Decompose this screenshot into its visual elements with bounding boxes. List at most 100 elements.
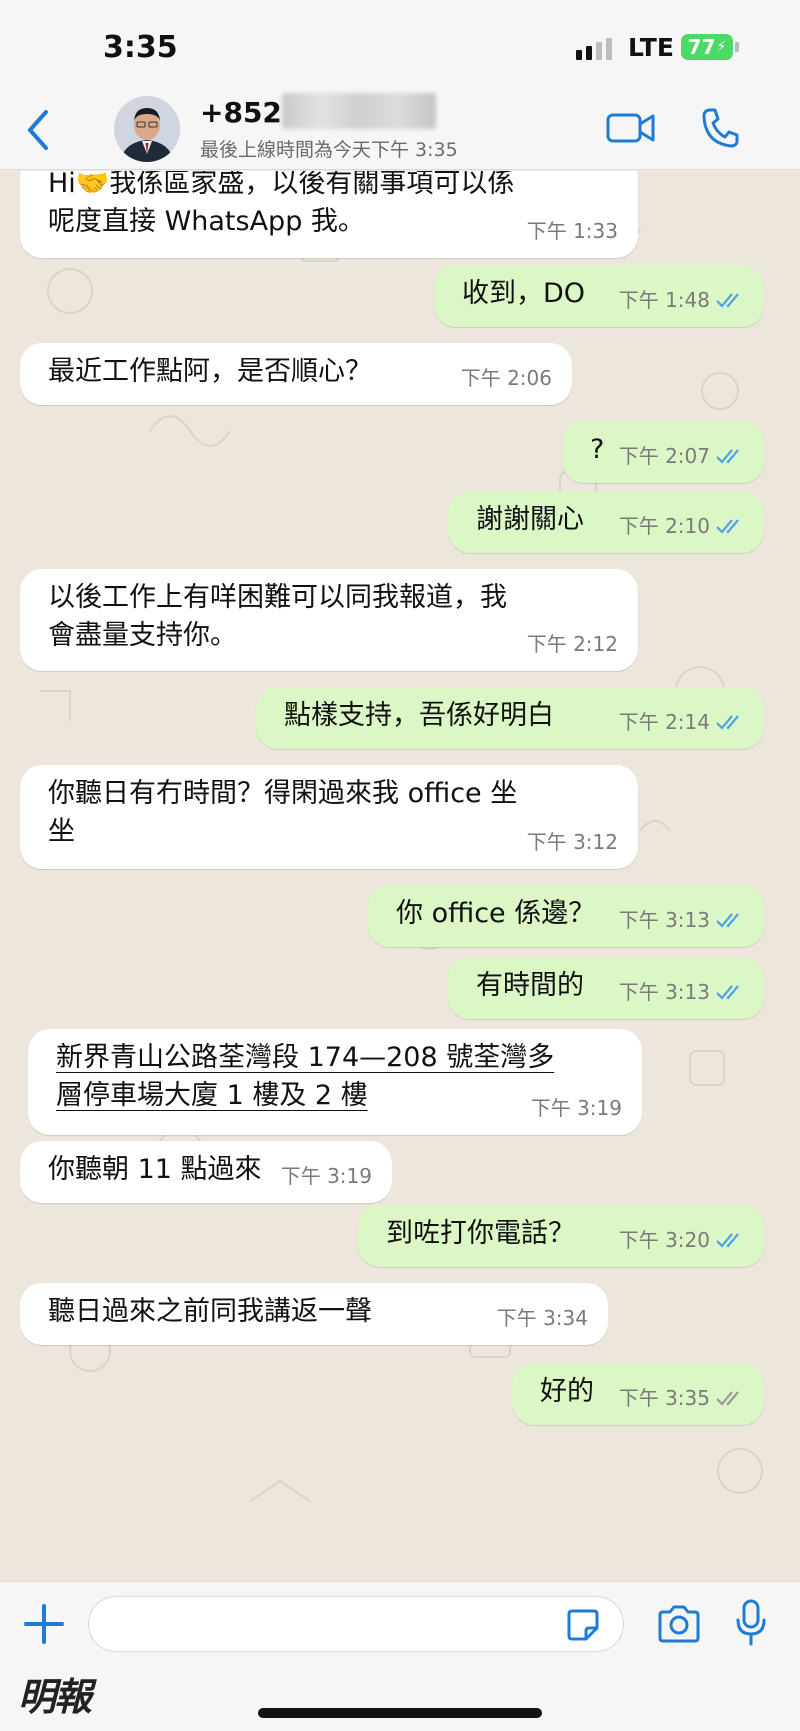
message-meta: 下午 3:13: [619, 973, 744, 1011]
message-incoming[interactable]: Hi🤝我係區家盛，以後有關事項可以係 呢度直接 WhatsApp 我。 下午 1…: [20, 171, 638, 258]
message-outgoing[interactable]: 到咗打你電話？ 下午 3:20: [358, 1205, 764, 1267]
message-time: 下午 3:13: [618, 908, 710, 932]
message-time: 下午 3:12: [526, 830, 618, 854]
message-meta: 下午 1:48: [619, 281, 744, 319]
message-outgoing[interactable]: 好的 下午 3:35: [512, 1363, 764, 1425]
message-meta: 下午 2:06: [461, 359, 552, 397]
phone-icon: [702, 108, 739, 148]
message-text: Hi🤝我係區家盛，以後有關事項可以係 呢度直接 WhatsApp 我。: [48, 171, 515, 237]
double-check-icon: [716, 293, 739, 308]
double-check-icon: [716, 913, 739, 928]
status-time: 3:35: [103, 30, 178, 65]
message-input[interactable]: [88, 1596, 624, 1652]
message-meta: 下午 2:14: [619, 703, 744, 741]
message-meta: 下午 2:10: [619, 507, 744, 545]
message-list[interactable]: Hi🤝我係區家盛，以後有關事項可以係 呢度直接 WhatsApp 我。 下午 1…: [0, 171, 800, 1581]
message-meta: 下午 3:13: [619, 901, 744, 939]
double-check-icon: [716, 715, 739, 730]
double-check-icon: [716, 1233, 739, 1248]
message-time: 下午 2:06: [460, 366, 552, 390]
message-text: 你聽朝 11 點過來: [48, 1154, 262, 1185]
sticker-button[interactable]: [566, 1608, 600, 1642]
battery-cap: [735, 42, 739, 52]
message-meta: 下午 1:33: [527, 212, 618, 250]
message-outgoing[interactable]: 收到，DO 下午 1:48: [434, 265, 764, 327]
microphone-icon: [736, 1599, 766, 1646]
composer-bar: 明報: [0, 1581, 800, 1731]
chevron-left-icon: [28, 110, 48, 150]
plus-icon: [24, 1604, 64, 1644]
message-time: 下午 3:35: [618, 1386, 710, 1410]
video-camera-icon: [606, 113, 655, 143]
message-text: 最近工作點阿，是否順心？: [48, 356, 372, 387]
back-button[interactable]: [20, 106, 56, 154]
message-time: 下午 2:07: [618, 444, 710, 468]
message-meta: 下午 3:19: [531, 1089, 622, 1127]
camera-icon: [658, 1605, 700, 1643]
contact-number[interactable]: +852: [200, 96, 282, 129]
last-seen-status: 最後上線時間為今天下午 3:35: [200, 139, 458, 161]
attach-button[interactable]: [22, 1602, 66, 1646]
double-check-icon: [716, 1391, 739, 1406]
message-time: 下午 2:14: [618, 710, 710, 734]
message-time: 下午 1:48: [618, 288, 710, 312]
message-text: 好的: [540, 1376, 594, 1407]
message-outgoing[interactable]: 有時間的 下午 3:13: [448, 957, 764, 1019]
message-incoming[interactable]: 你聽朝 11 點過來 下午 3:19: [20, 1141, 392, 1203]
double-check-icon: [716, 449, 739, 464]
message-text: 以後工作上有咩困難可以同我報道，我 會盡量支持你。: [48, 582, 507, 651]
battery-icon: 77 ⚡: [681, 34, 733, 60]
charging-bolt-icon: ⚡: [716, 39, 727, 55]
message-outgoing[interactable]: 你 office 係邊？ 下午 3:13: [368, 885, 764, 947]
message-incoming[interactable]: 新界青山公路荃灣段 174—208 號荃灣多 層停車場大廈 1 樓及 2 樓 下…: [28, 1029, 642, 1135]
message-meta: 下午 3:12: [527, 823, 618, 861]
message-text: 聽日過來之前同我講返一聲: [48, 1296, 372, 1327]
voice-call-button[interactable]: [700, 106, 740, 150]
home-indicator[interactable]: [258, 1708, 542, 1718]
message-text: 收到，DO: [462, 278, 586, 309]
message-time: 下午 3:13: [618, 980, 710, 1004]
message-text: 點樣支持，吾係好明白: [284, 700, 554, 731]
status-bar: 3:35 LTE 77 ⚡: [0, 0, 800, 92]
message-text: 你聽日有冇時間？得閑過來我 office 坐 坐: [48, 778, 518, 847]
network-type: LTE: [628, 33, 674, 62]
address-link[interactable]: 新界青山公路荃灣段 174—208 號荃灣多 層停車場大廈 1 樓及 2 樓: [56, 1039, 554, 1115]
message-meta: 下午 2:07: [619, 437, 744, 475]
message-incoming[interactable]: 最近工作點阿，是否順心？ 下午 2:06: [20, 343, 572, 405]
message-text: ?: [590, 434, 605, 465]
message-outgoing[interactable]: 謝謝關心 下午 2:10: [448, 491, 764, 553]
message-meta: 下午 3:19: [281, 1157, 372, 1195]
redacted-number: [282, 93, 436, 129]
battery-level: 77: [687, 35, 716, 59]
message-meta: 下午 3:34: [497, 1299, 588, 1337]
message-incoming[interactable]: 以後工作上有咩困難可以同我報道，我 會盡量支持你。 下午 2:12: [20, 569, 638, 671]
message-text: 謝謝關心: [476, 504, 584, 535]
message-time: 下午 1:33: [526, 219, 618, 243]
message-time: 下午 3:19: [530, 1096, 622, 1120]
camera-button[interactable]: [656, 1604, 702, 1644]
message-time: 下午 2:12: [526, 632, 618, 656]
message-text: 你 office 係邊？: [396, 898, 596, 929]
message-meta: 下午 2:12: [527, 625, 618, 663]
microphone-button[interactable]: [734, 1598, 768, 1648]
message-outgoing[interactable]: ? 下午 2:07: [562, 421, 764, 483]
double-check-icon: [716, 985, 739, 1000]
message-time: 下午 3:19: [280, 1164, 372, 1188]
message-outgoing[interactable]: 點樣支持，吾係好明白 下午 2:14: [256, 687, 764, 749]
sticker-icon: [567, 1609, 599, 1641]
message-incoming[interactable]: 你聽日有冇時間？得閑過來我 office 坐 坐 下午 3:12: [20, 765, 638, 869]
message-meta: 下午 3:35: [619, 1379, 744, 1417]
message-text: 有時間的: [476, 970, 584, 1001]
avatar[interactable]: [114, 96, 180, 162]
double-check-icon: [716, 519, 739, 534]
chat-header: +852 最後上線時間為今天下午 3:35: [0, 92, 800, 170]
message-text: 到咗打你電話？: [386, 1218, 575, 1249]
message-time: 下午 3:34: [496, 1306, 588, 1330]
message-time: 下午 3:20: [618, 1228, 710, 1252]
newspaper-watermark: 明報: [18, 1674, 92, 1719]
message-meta: 下午 3:20: [619, 1221, 744, 1259]
signal-strength-icon: [576, 36, 612, 60]
message-incoming[interactable]: 聽日過來之前同我講返一聲 下午 3:34: [20, 1283, 608, 1345]
video-call-button[interactable]: [606, 110, 656, 146]
message-time: 下午 2:10: [618, 514, 710, 538]
